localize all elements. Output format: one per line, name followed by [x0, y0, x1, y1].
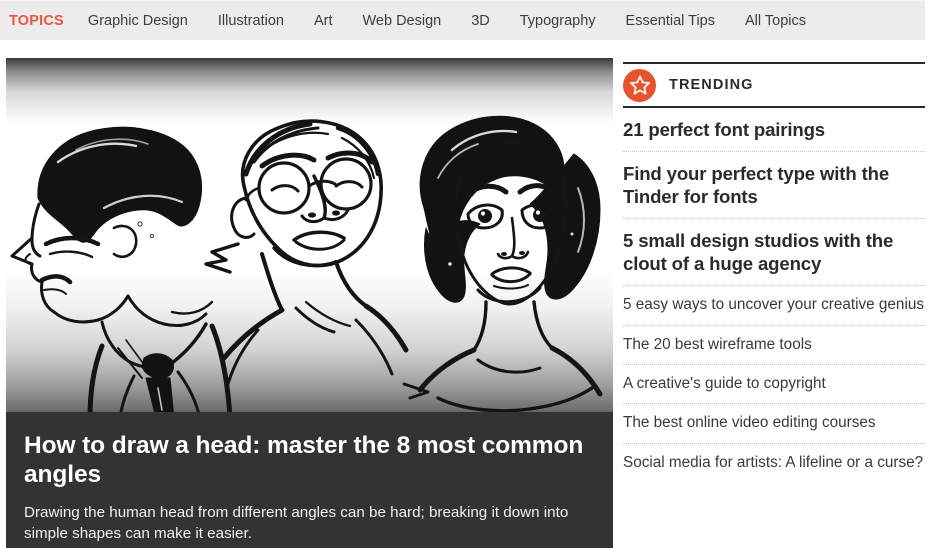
trending-item-link[interactable]: The best online video editing courses [623, 413, 925, 433]
trending-list-item[interactable]: A creative's guide to copyright [623, 365, 925, 405]
nav-item-web-design[interactable]: Web Design [347, 13, 456, 29]
trending-sidebar: TRENDING 21 perfect font pairings Find y… [623, 62, 925, 482]
trending-list-item[interactable]: 5 small design studios with the clout of… [623, 219, 925, 287]
nav-item-illustration[interactable]: Illustration [203, 13, 299, 29]
trending-item-link[interactable]: A creative's guide to copyright [623, 374, 925, 394]
nav-item-3d[interactable]: 3D [456, 13, 505, 29]
trending-list-item[interactable]: Social media for artists: A lifeline or … [623, 444, 925, 482]
nav-item-essential-tips[interactable]: Essential Tips [611, 13, 730, 29]
nav-item-graphic-design[interactable]: Graphic Design [66, 13, 203, 29]
nav-item-typography[interactable]: Typography [505, 13, 611, 29]
trending-label: TRENDING [669, 77, 754, 93]
topics-nav-bar: TOPICS Graphic Design Illustration Art W… [0, 0, 925, 40]
trending-list-item[interactable]: The best online video editing courses [623, 404, 925, 444]
nav-item-art[interactable]: Art [299, 13, 348, 29]
nav-item-all-topics[interactable]: All Topics [730, 13, 821, 29]
trending-item-link[interactable]: 5 small design studios with the clout of… [623, 229, 925, 275]
featured-article-image [6, 58, 613, 418]
trending-list-item[interactable]: 5 easy ways to uncover your creative gen… [623, 286, 925, 326]
featured-article-title[interactable]: How to draw a head: master the 8 most co… [24, 432, 595, 490]
trending-list-item[interactable]: The 20 best wireframe tools [623, 326, 925, 365]
featured-article-card[interactable]: How to draw a head: master the 8 most co… [6, 58, 613, 548]
trending-item-link[interactable]: Social media for artists: A lifeline or … [623, 453, 925, 473]
trending-list-item[interactable]: Find your perfect type with the Tinder f… [623, 152, 925, 220]
star-icon [623, 68, 656, 102]
trending-header: TRENDING [623, 62, 925, 108]
featured-article-caption: How to draw a head: master the 8 most co… [6, 412, 613, 548]
featured-article-description: Drawing the human head from different an… [24, 503, 569, 543]
topics-label: TOPICS [9, 12, 64, 29]
trending-item-link[interactable]: The 20 best wireframe tools [623, 335, 925, 355]
trending-item-link[interactable]: 5 easy ways to uncover your creative gen… [623, 295, 925, 315]
trending-list-item[interactable]: 21 perfect font pairings [623, 108, 925, 153]
trending-item-link[interactable]: Find your perfect type with the Tinder f… [623, 162, 925, 208]
trending-item-link[interactable]: 21 perfect font pairings [623, 118, 925, 141]
